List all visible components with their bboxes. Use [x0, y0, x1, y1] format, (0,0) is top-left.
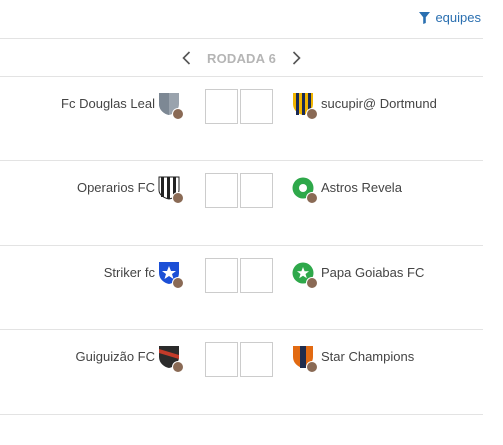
- home-score-box: [205, 342, 238, 377]
- owner-avatar: [172, 192, 184, 204]
- divider: [0, 160, 483, 161]
- away-score-box: [240, 258, 273, 293]
- top-bar: equipes: [0, 0, 503, 40]
- away-team-name: Papa Goiabas FC: [321, 265, 425, 280]
- teams-filter-button[interactable]: equipes: [419, 10, 481, 25]
- home-team-name: Operarios FC: [76, 180, 155, 195]
- home-score-box: [205, 258, 238, 293]
- round-label: RODADA 6: [206, 50, 276, 66]
- home-team-crest: [158, 345, 184, 373]
- away-team-crest: [292, 176, 318, 204]
- away-score-box: [240, 173, 273, 208]
- match-row: Striker fc Papa Goiabas FC: [0, 247, 483, 331]
- home-team-name: Fc Douglas Leal: [61, 96, 155, 111]
- owner-avatar: [306, 108, 318, 120]
- chevron-left-icon: [182, 51, 191, 65]
- away-team-name: sucupir@ Dortmund: [321, 96, 437, 111]
- away-score-box: [240, 342, 273, 377]
- owner-avatar: [172, 108, 184, 120]
- chevron-right-icon: [292, 51, 301, 65]
- home-team-crest: [158, 261, 184, 289]
- previous-round-button[interactable]: [179, 50, 195, 66]
- round-navigation: RODADA 6: [0, 40, 483, 76]
- away-team-crest: [292, 345, 318, 373]
- home-team-name: Guiguizão FC: [75, 349, 155, 364]
- home-team-name: Striker fc: [103, 265, 155, 280]
- owner-avatar: [306, 192, 318, 204]
- home-score-box: [205, 89, 238, 124]
- home-score-box: [205, 173, 238, 208]
- owner-avatar: [306, 361, 318, 373]
- owner-avatar: [172, 361, 184, 373]
- divider: [0, 414, 483, 415]
- owner-avatar: [306, 277, 318, 289]
- away-team-crest: [292, 261, 318, 289]
- away-team-crest: [292, 92, 318, 120]
- home-team-crest: [158, 176, 184, 204]
- next-round-button[interactable]: [288, 50, 304, 66]
- divider: [0, 329, 483, 330]
- divider: [0, 76, 483, 77]
- match-row: Guiguizão FC Star Champions: [0, 331, 483, 415]
- filter-icon: [419, 11, 431, 24]
- owner-avatar: [172, 277, 184, 289]
- away-score-box: [240, 89, 273, 124]
- divider: [0, 38, 483, 39]
- away-team-name: Star Champions: [321, 349, 415, 364]
- away-team-name: Astros Revela: [321, 180, 402, 195]
- match-row: Fc Douglas Leal sucupir@ Dortmund: [0, 78, 483, 162]
- match-row: Operarios FC Astros Revela: [0, 162, 483, 246]
- teams-filter-label: equipes: [435, 10, 481, 25]
- home-team-crest: [158, 92, 184, 120]
- divider: [0, 245, 483, 246]
